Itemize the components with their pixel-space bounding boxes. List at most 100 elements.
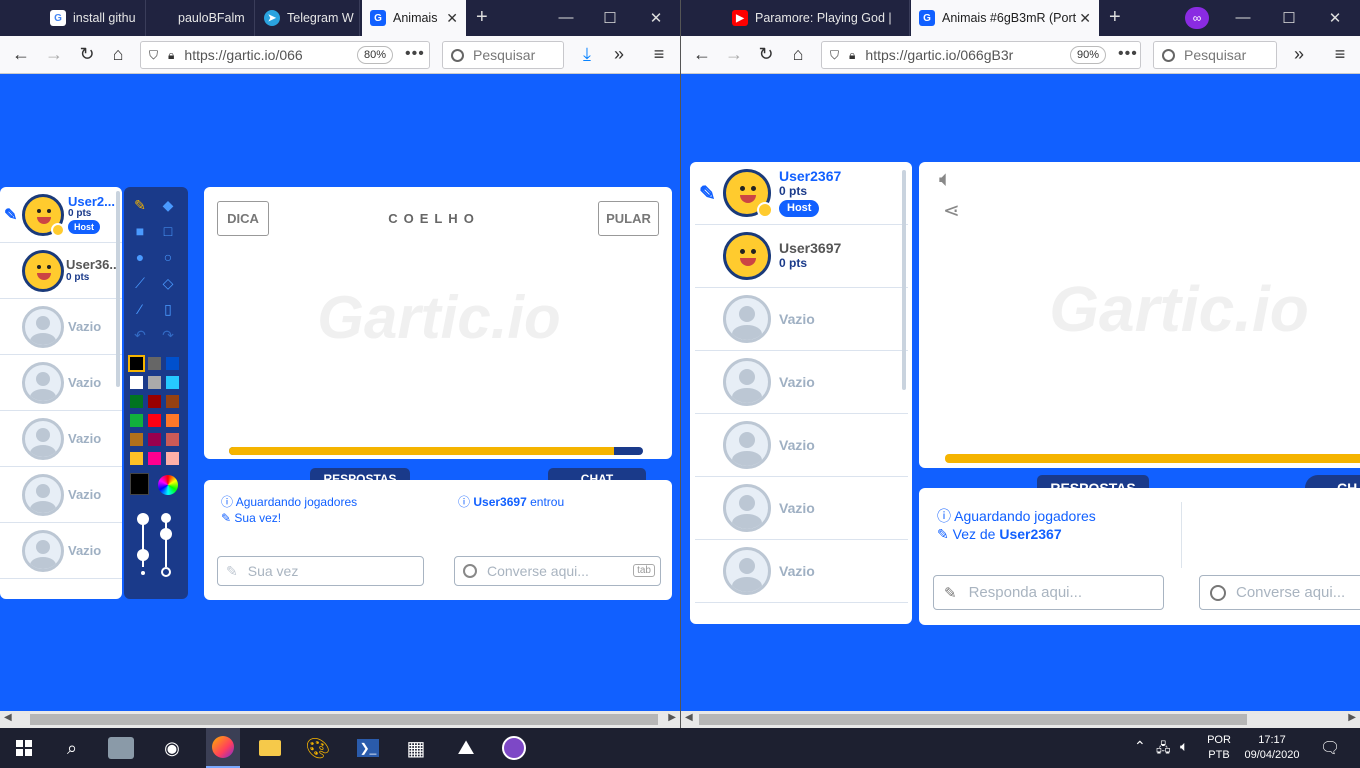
eyedropper-tool-icon[interactable]: ⁄ bbox=[130, 299, 150, 319]
photos-icon[interactable]: ⛰ bbox=[452, 734, 480, 762]
back-button[interactable]: ← bbox=[10, 44, 32, 64]
horizontal-scrollbar[interactable]: ◀ ▶ bbox=[681, 711, 1360, 728]
clock[interactable]: 17:17 09/04/2020 bbox=[1240, 728, 1304, 768]
color-swatch[interactable] bbox=[148, 376, 161, 389]
skip-button[interactable]: PULAR bbox=[598, 201, 659, 236]
page-tool-icon[interactable]: ▯ bbox=[158, 299, 178, 319]
chat-input[interactable]: Converse aqui... bbox=[1199, 575, 1360, 610]
ellipse-fill-tool-icon[interactable]: ● bbox=[130, 247, 150, 267]
language-indicator[interactable]: POR PTB bbox=[1204, 728, 1234, 768]
opacity-slider-handle[interactable] bbox=[160, 528, 172, 540]
chat-input[interactable]: Converse aqui... tab bbox=[454, 556, 661, 586]
forward-button[interactable]: → bbox=[723, 44, 745, 64]
zoom-indicator[interactable]: 80% bbox=[357, 46, 394, 64]
color-swatch[interactable] bbox=[166, 357, 179, 370]
color-swatch[interactable] bbox=[166, 376, 179, 389]
share-icon[interactable]: ⋖ bbox=[943, 198, 960, 223]
eraser-tool-icon[interactable]: ◇ bbox=[158, 273, 178, 293]
drawing-canvas[interactable]: DICA COELHO PULAR Gartic.io bbox=[204, 187, 672, 459]
calculator-icon[interactable]: ▦ bbox=[402, 734, 430, 762]
home-button[interactable]: ⌂ bbox=[107, 44, 129, 64]
home-button[interactable]: ⌂ bbox=[787, 44, 809, 64]
answer-input[interactable]: ✎ Sua vez bbox=[217, 556, 424, 586]
powershell-icon[interactable]: ❯_ bbox=[354, 734, 382, 762]
overflow-icon[interactable]: » bbox=[1288, 44, 1310, 64]
scroll-left-icon[interactable]: ◀ bbox=[4, 712, 12, 723]
menu-icon[interactable]: ≡ bbox=[648, 44, 670, 64]
color-swatch[interactable] bbox=[166, 395, 179, 408]
firefox-taskbar-icon[interactable] bbox=[206, 728, 240, 768]
current-color-swatch[interactable] bbox=[130, 473, 149, 495]
search-field[interactable]: Pesquisar bbox=[1153, 41, 1277, 69]
players-scrollbar[interactable] bbox=[902, 170, 906, 390]
network-icon[interactable]: 🖧︎ bbox=[1156, 739, 1171, 761]
page-actions-icon[interactable]: ••• bbox=[1118, 45, 1138, 63]
tab-gartic-active[interactable]: G Animais ✕ bbox=[362, 0, 466, 36]
url-bar[interactable]: ⛉ 🔒︎ https://gartic.io/066gB3r 90% ••• bbox=[821, 41, 1141, 69]
color-swatch[interactable] bbox=[148, 433, 161, 446]
players-scrollbar[interactable] bbox=[116, 191, 120, 387]
player-row[interactable]: User3697 0 pts bbox=[695, 225, 908, 288]
opacity-slider-handle[interactable] bbox=[161, 513, 171, 523]
fill-tool-icon[interactable]: ◆ bbox=[158, 195, 178, 215]
close-tab-icon[interactable]: ✕ bbox=[446, 10, 458, 27]
file-manager-icon[interactable] bbox=[108, 737, 134, 759]
steam-icon[interactable]: ◉ bbox=[158, 734, 186, 762]
forward-button[interactable]: → bbox=[43, 44, 65, 64]
color-swatch[interactable] bbox=[166, 414, 179, 427]
maximize-button[interactable]: ☐ bbox=[600, 9, 620, 27]
reload-button[interactable]: ↻ bbox=[755, 44, 777, 64]
color-swatch[interactable] bbox=[166, 433, 179, 446]
color-wheel-icon[interactable] bbox=[158, 475, 178, 495]
search-field[interactable]: Pesquisar bbox=[442, 41, 564, 69]
search-taskbar-icon[interactable]: ⌕ bbox=[58, 734, 86, 762]
player-row[interactable]: User36... 0 pts bbox=[0, 243, 122, 299]
color-swatch[interactable] bbox=[128, 355, 145, 372]
app-icon[interactable] bbox=[500, 734, 528, 762]
color-swatch[interactable] bbox=[130, 395, 143, 408]
notification-icon[interactable]: 🗨︎ bbox=[1320, 738, 1340, 758]
ellipse-tool-icon[interactable]: ○ bbox=[158, 247, 178, 267]
tab-gartic-active[interactable]: G Animais #6gB3mR (Port ✕ bbox=[911, 0, 1099, 36]
back-button[interactable]: ← bbox=[691, 44, 713, 64]
scroll-left-icon[interactable]: ◀ bbox=[685, 712, 693, 723]
explorer-icon[interactable] bbox=[256, 734, 284, 762]
redo-tool-icon[interactable]: ↷ bbox=[158, 325, 178, 345]
player-row[interactable]: ✎ User2... 0 pts Host bbox=[0, 187, 122, 243]
hint-button[interactable]: DICA bbox=[217, 201, 269, 236]
tab-telegram[interactable]: ➤ Telegram W bbox=[256, 0, 360, 36]
tray-expand-icon[interactable]: ⌃ bbox=[1134, 738, 1146, 755]
drawing-canvas[interactable]: 🔈︎ ⋖ Gartic.io bbox=[919, 162, 1360, 468]
color-swatch[interactable] bbox=[148, 357, 161, 370]
horizontal-scrollbar[interactable]: ◀ ▶ bbox=[0, 711, 680, 728]
start-button[interactable] bbox=[10, 734, 38, 762]
paint-icon[interactable]: 🎨︎ bbox=[304, 734, 332, 762]
minimize-button[interactable]: — bbox=[1233, 9, 1253, 26]
overflow-icon[interactable]: » bbox=[608, 44, 630, 64]
download-icon[interactable]: ⤓ bbox=[576, 44, 598, 64]
zoom-indicator[interactable]: 90% bbox=[1070, 46, 1107, 64]
color-swatch[interactable] bbox=[130, 414, 143, 427]
scrollbar-thumb[interactable] bbox=[30, 714, 658, 725]
new-tab-button[interactable]: + bbox=[476, 6, 488, 28]
color-swatch[interactable] bbox=[148, 452, 161, 465]
color-swatch[interactable] bbox=[130, 433, 143, 446]
scrollbar-thumb[interactable] bbox=[699, 714, 1247, 725]
new-tab-button[interactable]: + bbox=[1109, 6, 1121, 28]
tab-install-github[interactable]: G install githu bbox=[42, 0, 146, 36]
tab-github[interactable]: pauloBFalm bbox=[147, 0, 255, 36]
maximize-button[interactable]: ☐ bbox=[1279, 9, 1299, 27]
rect-fill-tool-icon[interactable]: ■ bbox=[130, 221, 150, 241]
size-slider-handle[interactable] bbox=[137, 513, 149, 525]
undo-tool-icon[interactable]: ↶ bbox=[130, 325, 150, 345]
scroll-right-icon[interactable]: ▶ bbox=[1348, 712, 1356, 723]
tab-youtube[interactable]: ▶ Paramore: Playing God | bbox=[724, 0, 910, 36]
rect-tool-icon[interactable]: □ bbox=[158, 221, 178, 241]
answer-input[interactable]: ✎ Responda aqui... bbox=[933, 575, 1164, 610]
color-swatch[interactable] bbox=[130, 452, 143, 465]
close-tab-icon[interactable]: ✕ bbox=[1079, 10, 1091, 27]
color-swatch[interactable] bbox=[130, 376, 143, 389]
url-bar[interactable]: ⛉ 🔒︎ https://gartic.io/066 80% ••• bbox=[140, 41, 430, 69]
color-swatch[interactable] bbox=[166, 452, 179, 465]
color-swatch[interactable] bbox=[148, 395, 161, 408]
